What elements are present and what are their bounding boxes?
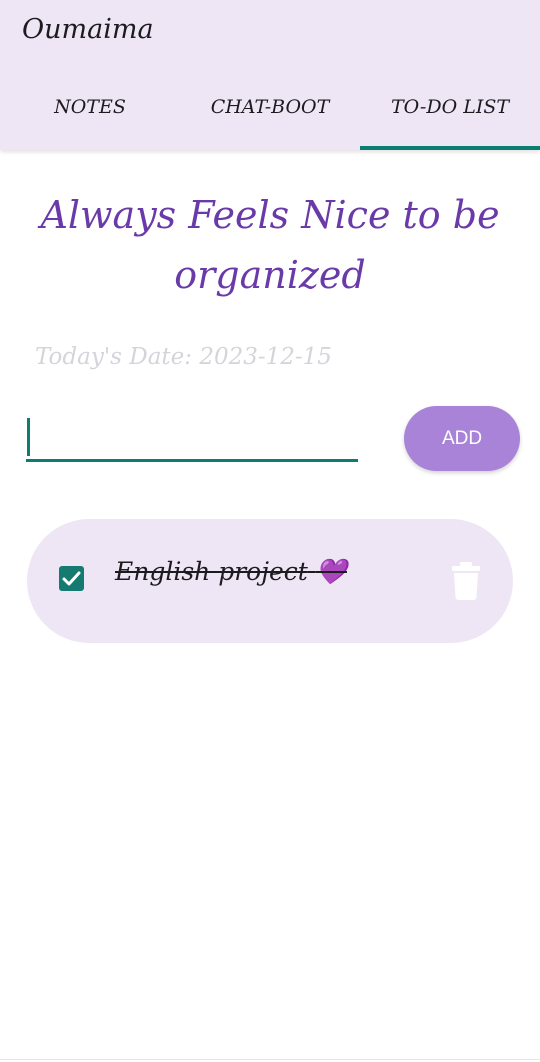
app-title: Oumaima [22, 14, 154, 45]
bottom-divider [0, 1059, 540, 1060]
headline-line-1: Always Feels Nice to be [40, 193, 500, 237]
todays-date: Today's Date: 2023-12-15 [35, 344, 332, 370]
todo-checkbox[interactable] [59, 566, 84, 591]
tab-bar: NOTES CHAT-BOOT TO-DO LIST [0, 86, 540, 150]
tab-chat-boot-label: CHAT-BOOT [210, 96, 330, 118]
headline: Always Feels Nice to be organized [20, 185, 520, 305]
purple-heart-icon: 💜 [315, 557, 347, 586]
tab-notes[interactable]: NOTES [0, 86, 180, 150]
tab-selected-indicator [360, 146, 540, 150]
task-input[interactable] [34, 416, 354, 460]
text-cursor [27, 418, 30, 456]
tab-chat-boot[interactable]: CHAT-BOOT [180, 86, 360, 150]
tab-todo-list[interactable]: TO-DO LIST [360, 86, 540, 150]
tab-todo-list-label: TO-DO LIST [390, 96, 510, 118]
task-input-container [26, 416, 358, 462]
todo-label: English project [115, 557, 308, 586]
todo-text: English project 💜 [115, 557, 347, 587]
tab-notes-label: NOTES [54, 96, 126, 118]
todo-item: English project 💜 [27, 519, 513, 643]
app-bar: Oumaima NOTES CHAT-BOOT TO-DO LIST [0, 0, 540, 150]
trash-icon[interactable] [451, 562, 481, 600]
headline-line-2: organized [174, 253, 366, 297]
add-button[interactable]: ADD [404, 406, 520, 471]
check-icon [62, 571, 81, 586]
